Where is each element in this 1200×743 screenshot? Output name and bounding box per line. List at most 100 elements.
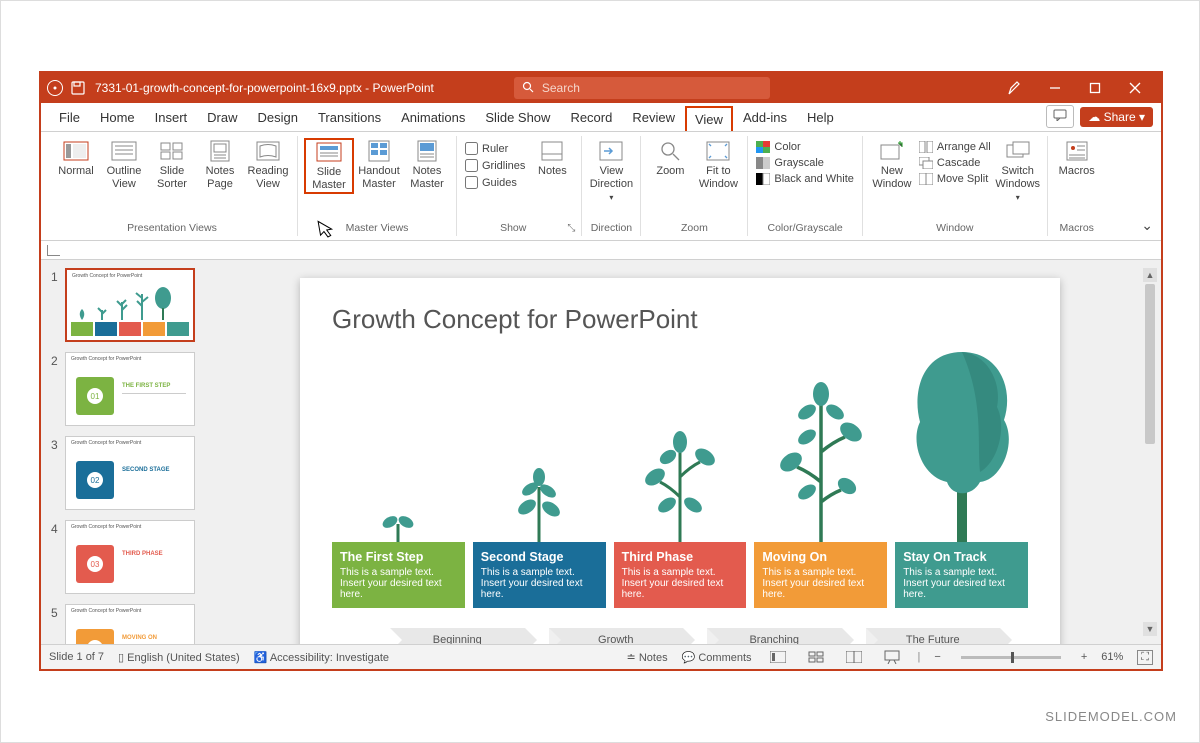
- sorter-view-icon[interactable]: [804, 648, 828, 666]
- arrow-3[interactable]: Branching: [707, 628, 842, 644]
- watermark: SLIDEMODEL.COM: [1045, 709, 1177, 724]
- workspace: 1 Growth Concept for PowerPoint 2 Growth…: [41, 260, 1161, 644]
- maximize-button[interactable]: [1075, 73, 1115, 103]
- thumbnail-2[interactable]: Growth Concept for PowerPoint 01 THE FIR…: [65, 352, 195, 426]
- comments-button[interactable]: [1046, 105, 1074, 128]
- handout-master-button[interactable]: Handout Master: [356, 138, 402, 192]
- group-presentation-views: Normal Outline View Slide Sorter Notes P…: [47, 136, 298, 236]
- thumbnail-5[interactable]: Growth Concept for PowerPoint 04 MOVING …: [65, 604, 195, 644]
- guides-checkbox[interactable]: Guides: [465, 176, 525, 189]
- menu-home[interactable]: Home: [90, 104, 145, 131]
- search-icon: [522, 81, 534, 96]
- fit-to-window-icon[interactable]: ⛶: [1137, 650, 1153, 665]
- slideshow-view-icon[interactable]: [880, 648, 904, 666]
- zoom-out-button[interactable]: −: [934, 651, 940, 663]
- group-label: Show: [463, 220, 563, 236]
- view-direction-button[interactable]: View Direction▾: [588, 138, 634, 204]
- arrow-1[interactable]: Beginning: [390, 628, 525, 644]
- close-button[interactable]: [1115, 73, 1155, 103]
- minimize-button[interactable]: [1035, 73, 1075, 103]
- ribbon-view: Normal Outline View Slide Sorter Notes P…: [41, 132, 1161, 241]
- arrow-4[interactable]: The Future: [866, 628, 1001, 644]
- ribbon-collapse-button[interactable]: ⌄: [1141, 217, 1153, 234]
- arrow-2[interactable]: Growth: [549, 628, 684, 644]
- zoom-in-button[interactable]: +: [1081, 651, 1087, 663]
- color-button[interactable]: Color: [754, 140, 855, 154]
- pen-icon[interactable]: [995, 73, 1035, 103]
- move-split-button[interactable]: Move Split: [917, 172, 993, 186]
- menu-animations[interactable]: Animations: [391, 104, 475, 131]
- grayscale-button[interactable]: Grayscale: [754, 156, 855, 170]
- bw-button[interactable]: Black and White: [754, 172, 855, 186]
- arrange-all-button[interactable]: Arrange All: [917, 140, 993, 154]
- language-indicator[interactable]: ▯ English (United States): [118, 651, 240, 664]
- normal-view-icon[interactable]: [766, 648, 790, 666]
- notes-page-button[interactable]: Notes Page: [197, 138, 243, 192]
- search-placeholder: Search: [542, 81, 580, 95]
- normal-view-button[interactable]: Normal: [53, 138, 99, 180]
- group-label: Color/Grayscale: [768, 220, 843, 236]
- stage-3[interactable]: Third PhaseThis is a sample text. Insert…: [614, 427, 747, 608]
- thumbnail-3[interactable]: Growth Concept for PowerPoint 02 SECOND …: [65, 436, 195, 510]
- powerpoint-window: 7331-01-growth-concept-for-powerpoint-16…: [39, 71, 1163, 671]
- accessibility-indicator[interactable]: ♿ Accessibility: Investigate: [254, 651, 389, 664]
- zoom-button[interactable]: Zoom: [647, 138, 693, 180]
- notes-button[interactable]: Notes: [529, 138, 575, 180]
- menu-review[interactable]: Review: [622, 104, 685, 131]
- group-macros: Macros Macros: [1048, 136, 1106, 236]
- menu-addins[interactable]: Add-ins: [733, 104, 797, 131]
- share-button[interactable]: ☁ Share ▾: [1080, 107, 1153, 127]
- group-zoom: Zoom Fit to Window Zoom: [641, 136, 748, 236]
- new-window-button[interactable]: New Window: [869, 138, 915, 192]
- reading-view-button[interactable]: Reading View: [245, 138, 291, 192]
- slide-sorter-button[interactable]: Slide Sorter: [149, 138, 195, 192]
- stage-5[interactable]: Stay On TrackThis is a sample text. Inse…: [895, 342, 1028, 608]
- notes-master-button[interactable]: Notes Master: [404, 138, 450, 192]
- search-input[interactable]: Search: [514, 77, 770, 99]
- status-bar: Slide 1 of 7 ▯ English (United States) ♿…: [41, 644, 1161, 669]
- slide[interactable]: Growth Concept for PowerPoint The First …: [300, 278, 1060, 644]
- stage-1[interactable]: The First StepThis is a sample text. Ins…: [332, 502, 465, 608]
- app-icon: [47, 80, 63, 96]
- reading-view-icon[interactable]: [842, 648, 866, 666]
- slide-title[interactable]: Growth Concept for PowerPoint: [332, 304, 1028, 335]
- notes-toggle[interactable]: ≐ Notes: [627, 651, 668, 664]
- slide-canvas-area: Growth Concept for PowerPoint The First …: [211, 260, 1161, 644]
- cascade-button[interactable]: Cascade: [917, 156, 993, 170]
- menu-draw[interactable]: Draw: [197, 104, 247, 131]
- slide-master-button[interactable]: Slide Master: [304, 138, 354, 194]
- menu-insert[interactable]: Insert: [145, 104, 198, 131]
- comments-toggle[interactable]: 💬 Comments: [682, 651, 752, 664]
- group-label: Direction: [591, 220, 632, 236]
- fit-window-button[interactable]: Fit to Window: [695, 138, 741, 192]
- vertical-scrollbar[interactable]: ▲ ▼: [1143, 268, 1157, 636]
- slide-counter: Slide 1 of 7: [49, 651, 104, 663]
- switch-windows-button[interactable]: Switch Windows▾: [995, 138, 1041, 204]
- outline-view-button[interactable]: Outline View: [101, 138, 147, 192]
- menu-help[interactable]: Help: [797, 104, 844, 131]
- group-direction: View Direction▾ Direction: [582, 136, 641, 236]
- thumbnail-1[interactable]: Growth Concept for PowerPoint: [65, 268, 195, 342]
- arrow-flow: Beginning Growth Branching The Future: [390, 628, 1000, 644]
- stage-4[interactable]: Moving OnThis is a sample text. Insert y…: [754, 382, 887, 608]
- stage-2[interactable]: Second StageThis is a sample text. Inser…: [473, 467, 606, 608]
- gridlines-checkbox[interactable]: Gridlines: [465, 159, 525, 172]
- zoom-level[interactable]: 61%: [1101, 651, 1123, 663]
- menu-file[interactable]: File: [49, 104, 90, 131]
- menu-transitions[interactable]: Transitions: [308, 104, 391, 131]
- menu-slideshow[interactable]: Slide Show: [475, 104, 560, 131]
- group-label: Zoom: [681, 220, 708, 236]
- thumbnail-4[interactable]: Growth Concept for PowerPoint 03 THIRD P…: [65, 520, 195, 594]
- save-icon[interactable]: [71, 81, 85, 95]
- menu-record[interactable]: Record: [560, 104, 622, 131]
- menu-view[interactable]: View: [685, 106, 733, 131]
- macros-button[interactable]: Macros: [1054, 138, 1100, 180]
- document-title: 7331-01-growth-concept-for-powerpoint-16…: [95, 81, 434, 95]
- slide-thumbnails-pane: 1 Growth Concept for PowerPoint 2 Growth…: [41, 260, 211, 644]
- menu-design[interactable]: Design: [248, 104, 308, 131]
- zoom-slider[interactable]: [961, 656, 1061, 659]
- group-label: Master Views: [346, 220, 409, 236]
- ruler-checkbox[interactable]: Ruler: [465, 142, 525, 155]
- show-dialog-launcher[interactable]: ⤡: [567, 223, 575, 234]
- scrollbar-thumb[interactable]: [1145, 284, 1155, 444]
